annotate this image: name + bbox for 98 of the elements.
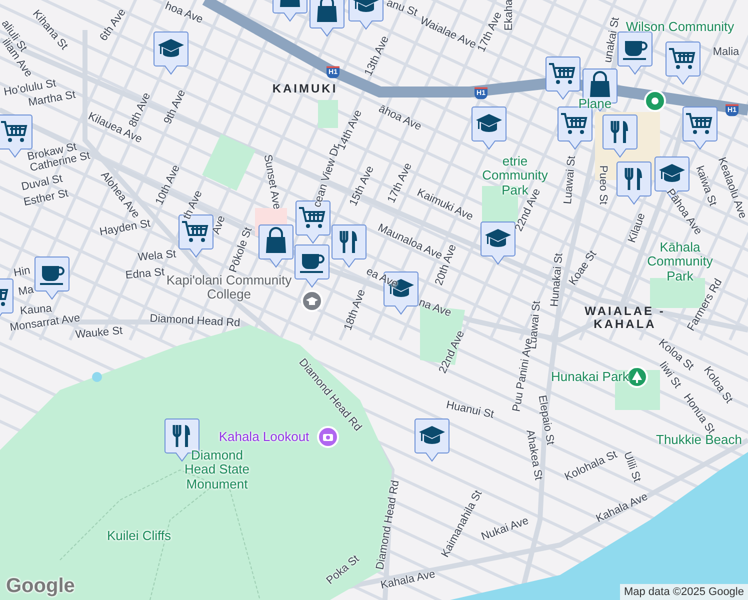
street-label: Hunakai St [548,252,566,308]
street-label: anu St [384,0,420,20]
grocery-marker[interactable] [545,56,581,100]
street-label: 17th Ave [386,161,414,205]
shopping-cart-icon [548,63,576,84]
graduation-cap-icon [158,39,184,57]
shopping-bag-icon [280,0,300,7]
restaurant-marker[interactable] [602,114,638,158]
place-marker[interactable] [644,90,666,112]
campus-marker[interactable] [301,290,323,312]
graduation-cap-icon [353,0,379,12]
park-label: Thukkie Beach [656,432,742,448]
street-label: Sunset Ave [261,154,283,210]
shopping-cart-icon [668,48,696,69]
street-label: Kilaue [626,212,648,244]
shopping-bag-icon [266,227,286,253]
fork-knife-icon [624,166,642,192]
restaurant-marker[interactable] [616,161,652,205]
campus-label: Kapi'olani Community College [165,274,293,302]
school-marker[interactable] [471,106,507,150]
street-label: Nukai Ave [480,514,530,544]
shop-marker[interactable] [258,224,294,268]
street-label: 10th Ave [154,163,182,207]
fork-knife-icon [610,120,628,144]
street-label: ea Ave [364,265,400,290]
shopping-cart-icon [560,113,588,134]
grocery-marker[interactable] [665,41,701,85]
street-label: Luawai St [562,155,578,205]
street-label: Diamond Head Rd [374,479,402,571]
coffee-cup-icon [40,266,64,285]
fork-knife-icon [172,424,190,448]
street-label: Ma [17,284,35,298]
street-label: Hayden St [98,218,152,238]
map-attribution: Map data ©2025 Google [620,584,748,600]
street-label: th Ave [181,188,205,222]
graduation-cap-icon [659,164,685,182]
street-label: Hin [12,264,32,280]
shopping-cart-icon [298,207,326,228]
street-label: 6th Ave [98,6,128,44]
street-label: Huanui St [445,399,495,421]
coffee-cup-icon [623,41,648,60]
street-label: Kahala Ave [380,568,436,592]
street-label: Pueo St [596,165,610,205]
street-label: Ulili St [620,450,644,484]
street-label: unakai St [602,16,622,64]
graduation-cap-icon [306,295,318,307]
coffee-cup-icon [300,254,324,273]
camera-icon [322,431,334,443]
street-label: Diamond Head Rd [150,312,240,330]
street-label: 18th Ave [342,288,368,332]
park-area [318,100,338,128]
cafe-marker[interactable] [617,31,653,75]
park-area [202,134,256,191]
street-label: 15th Ave [348,164,376,208]
street-label: āhoa Ave [376,102,424,134]
street-label: Kauna [20,302,52,318]
park-label: Wilson Community [624,20,736,34]
shopping-cart-icon [181,221,208,242]
school-marker[interactable] [480,221,516,265]
dot-icon [649,95,661,107]
street-label: 17th Ave [476,10,504,54]
street-label: Kahala Ave [594,490,650,526]
street-label: Edna St [124,266,166,282]
street-label: Wela St [137,248,177,264]
graduation-cap-icon [419,426,445,444]
cafe-marker[interactable] [34,256,70,300]
google-logo: Google [6,575,75,598]
shop-marker[interactable] [309,0,345,37]
street-label: 13th Ave [362,34,392,78]
shopping-cart-icon [685,113,712,134]
park-label: Kuilei Cliffs [106,528,172,544]
street-label: 8th Ave [126,90,154,130]
district-label: WAIALAE - KAHALA [584,304,666,332]
graduation-cap-icon [485,229,511,247]
pond [92,372,102,382]
graduation-cap-icon [476,114,502,132]
cafe-marker[interactable] [294,244,330,288]
street-label: hoa Ave [163,0,205,26]
landmark-label: Kahala Lookout [218,430,310,444]
school-marker[interactable] [414,418,450,462]
street-label: 9th Ave [162,88,188,126]
street-label: Pōkole St [227,226,255,274]
school-marker[interactable] [153,31,189,75]
street-label: kaiwa St [693,164,719,208]
fork-knife-icon [340,230,357,254]
shopping-bag-icon [590,71,610,97]
street-label: Ave [210,214,228,236]
district-label: KAIMUKI [272,82,338,96]
tree-icon [631,371,643,383]
restaurant-marker[interactable] [331,224,367,268]
park-label: Diamond Head State Monument [183,448,251,492]
street-label: Malia [712,46,740,58]
grocery-marker[interactable] [682,106,718,150]
shopping-bag-icon [317,0,337,22]
street-label: 22nd Ave [436,328,468,376]
street-label: Wauke St [74,324,124,342]
street-label: na Ave [417,296,453,320]
shopping-cart-icon [0,121,28,142]
